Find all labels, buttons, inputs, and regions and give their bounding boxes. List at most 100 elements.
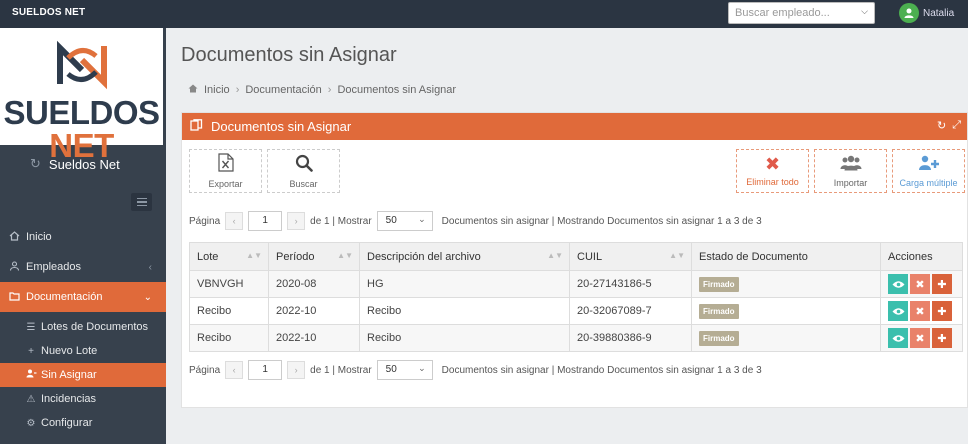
- plus-icon: ✚: [937, 332, 947, 345]
- sidebar-subitem-lotes[interactable]: ☰ Lotes de Documentos: [0, 315, 166, 339]
- assign-button[interactable]: ✚: [932, 328, 952, 348]
- search-button[interactable]: Buscar: [267, 149, 340, 193]
- export-label: Exportar: [208, 179, 243, 189]
- page-input[interactable]: 1: [248, 211, 283, 231]
- sidebar-title-label: Sueldos Net: [48, 156, 120, 172]
- user-avatar-icon: [899, 3, 919, 23]
- refresh-icon[interactable]: ↻: [937, 119, 946, 132]
- next-page-button[interactable]: ›: [287, 212, 306, 230]
- table-row: VBNVGH 2020-08 HG 20-27143186-5 Firmado …: [189, 270, 963, 298]
- breadcrumb-item-documentacion[interactable]: Documentación: [245, 84, 321, 96]
- expand-icon[interactable]: ⤢: [952, 119, 961, 132]
- logo-mark-icon: [57, 40, 107, 90]
- home-icon: [8, 230, 20, 244]
- top-bar: SUELDOS NET Buscar empleado... ⌵ Natalia: [0, 0, 968, 28]
- footer-area: [181, 408, 968, 444]
- delete-all-button[interactable]: ✖ Eliminar todo: [736, 149, 809, 193]
- page-size-select[interactable]: 50 ⌄: [376, 360, 433, 380]
- view-button[interactable]: [888, 328, 908, 348]
- sidebar-subitem-incidencias[interactable]: ⚠ Incidencias: [0, 387, 166, 411]
- cell-periodo: 2022-10: [268, 324, 360, 352]
- status-badge: Firmado: [699, 330, 739, 346]
- table-row: Recibo 2022-10 Recibo 20-32067089-7 Firm…: [189, 297, 963, 325]
- eye-icon: [892, 307, 904, 315]
- cell-acciones: ✖ ✚: [880, 324, 963, 352]
- sidebar: SUELDOS NET ↻ Sueldos Net Inicio Emplead…: [0, 28, 166, 444]
- sidebar-item-empleados[interactable]: Empleados ‹: [0, 252, 166, 282]
- page-size-select[interactable]: 50 ⌄: [376, 211, 433, 231]
- sidebar-subitem-label: Nuevo Lote: [41, 345, 98, 357]
- delete-button[interactable]: ✖: [910, 274, 930, 294]
- view-button[interactable]: [888, 274, 908, 294]
- brand-small[interactable]: SUELDOS NET: [12, 7, 85, 18]
- cell-descripcion: Recibo: [359, 324, 570, 352]
- breadcrumb: Inicio › Documentación › Documentos sin …: [188, 84, 456, 96]
- close-icon: ✖: [915, 332, 925, 345]
- employee-search-select[interactable]: Buscar empleado... ⌵: [728, 2, 875, 24]
- eye-icon: [892, 280, 904, 288]
- logo-text-part1: SUELDOS: [3, 94, 160, 131]
- cell-lote: VBNVGH: [189, 270, 269, 298]
- sidebar-item-documentacion[interactable]: Documentación ⌄: [0, 282, 166, 312]
- sidebar-subitem-sin-asignar[interactable]: Sin Asignar: [0, 363, 166, 387]
- sidebar-subitem-configurar[interactable]: ⚙ Configurar: [0, 411, 166, 435]
- user-unassigned-icon: [26, 369, 37, 381]
- cell-descripcion: Recibo: [359, 297, 570, 325]
- column-header-periodo[interactable]: Período ▲▼: [268, 242, 360, 271]
- pager-summary: Documentos sin asignar | Mostrando Docum…: [441, 364, 762, 376]
- sort-icon: ▲▼: [669, 251, 685, 260]
- of-pages-label: de 1 | Mostrar: [310, 215, 372, 227]
- column-header-descripcion[interactable]: Descripción del archivo ▲▼: [359, 242, 570, 271]
- user-name: Natalia: [923, 7, 955, 19]
- bulk-upload-button[interactable]: Carga múltiple: [892, 149, 965, 193]
- delete-button[interactable]: ✖: [910, 301, 930, 321]
- delete-button[interactable]: ✖: [910, 328, 930, 348]
- view-button[interactable]: [888, 301, 908, 321]
- panel-tools: ↻ ⤢: [937, 119, 961, 132]
- prev-page-button[interactable]: ‹: [225, 212, 244, 230]
- assign-button[interactable]: ✚: [932, 274, 952, 294]
- cell-cuil: 20-39880386-9: [569, 324, 692, 352]
- sort-icon: ▲▼: [337, 251, 353, 260]
- sidebar-item-label: Inicio: [26, 231, 52, 243]
- chevron-down-icon: ⌄: [418, 363, 426, 373]
- refresh-icon: ↻: [30, 156, 41, 171]
- page-input[interactable]: 1: [248, 360, 283, 380]
- delete-all-label: Eliminar todo: [746, 177, 799, 187]
- sidebar-item-inicio[interactable]: Inicio: [0, 222, 166, 252]
- assign-button[interactable]: ✚: [932, 301, 952, 321]
- sidebar-subitem-nuevo-lote[interactable]: + Nuevo Lote: [0, 339, 166, 363]
- pager-bottom: Página ‹ 1 › de 1 | Mostrar 50 ⌄ Documen…: [189, 360, 762, 380]
- breadcrumb-item-inicio[interactable]: Inicio: [204, 84, 230, 96]
- sidebar-item-label: Empleados: [26, 261, 82, 273]
- sidebar-toggle-button[interactable]: [131, 193, 152, 211]
- cell-estado: Firmado: [691, 270, 881, 298]
- import-button[interactable]: Importar: [814, 149, 887, 193]
- plus-icon: ✚: [937, 305, 947, 318]
- page-title: Documentos sin Asignar: [181, 44, 397, 66]
- column-header-acciones: Acciones: [880, 242, 963, 271]
- next-page-button[interactable]: ›: [287, 361, 306, 379]
- panel-header: Documentos sin Asignar ↻ ⤢: [182, 113, 967, 140]
- warning-icon: ⚠: [26, 393, 36, 405]
- excel-file-icon: [217, 153, 234, 175]
- sidebar-title: ↻ Sueldos Net: [30, 156, 120, 172]
- column-header-estado[interactable]: Estado de Documento: [691, 242, 881, 271]
- chevron-left-icon: ‹: [148, 261, 152, 273]
- employee-search-placeholder: Buscar empleado...: [735, 7, 830, 19]
- documents-icon: [190, 119, 203, 134]
- logo[interactable]: SUELDOS NET: [0, 28, 163, 162]
- sort-icon: ▲▼: [547, 251, 563, 260]
- status-badge: Firmado: [699, 303, 739, 319]
- sidebar-subitem-label: Configurar: [41, 417, 93, 429]
- column-header-cuil[interactable]: CUIL ▲▼: [569, 242, 692, 271]
- column-header-lote[interactable]: Lote ▲▼: [189, 242, 269, 271]
- eye-icon: [892, 334, 904, 342]
- cell-periodo: 2020-08: [268, 270, 360, 298]
- prev-page-button[interactable]: ‹: [225, 361, 244, 379]
- status-badge: Firmado: [699, 276, 739, 292]
- sidebar-subitem-label: Sin Asignar: [41, 369, 97, 381]
- export-button[interactable]: Exportar: [189, 149, 262, 193]
- panel-title: Documentos sin Asignar: [211, 119, 352, 134]
- user-menu[interactable]: Natalia: [899, 3, 954, 23]
